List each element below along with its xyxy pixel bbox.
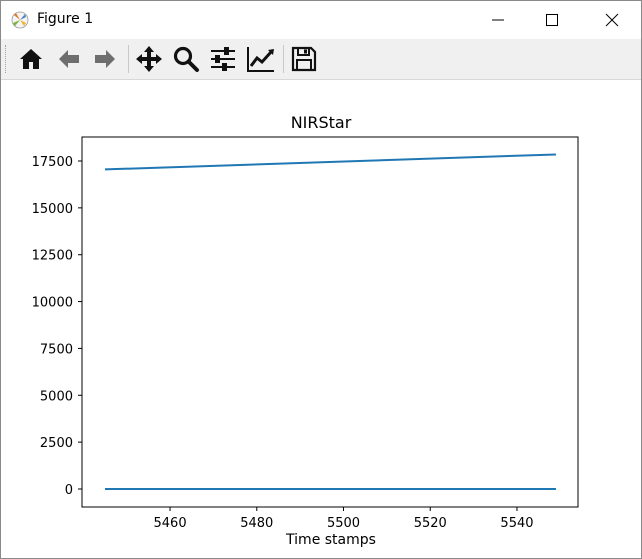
matplotlib-icon	[11, 11, 29, 29]
figure-canvas[interactable]: NIRStar 0 2500 5000 7500 10000 12500 15000 1750…	[1, 80, 641, 558]
x-tick-label: 5500	[327, 516, 360, 531]
save-icon	[291, 46, 317, 72]
y-tick-label: 2500	[40, 436, 73, 451]
y-tick-label: 0	[65, 483, 73, 498]
edit-axis-button[interactable]	[243, 43, 277, 75]
back-button[interactable]	[52, 43, 86, 75]
line-chart: 0 2500 5000 7500 10000 12500 15000 17500 5460 548…	[32, 136, 579, 531]
edit-axis-icon	[247, 47, 274, 72]
save-button[interactable]	[287, 43, 321, 75]
close-icon	[605, 13, 619, 27]
y-tick-label: 12500	[32, 249, 73, 264]
maximize-icon	[546, 14, 558, 26]
home-icon	[20, 49, 42, 69]
zoom-icon	[173, 46, 199, 72]
toolbar-separator	[283, 45, 284, 73]
x-tick-label: 5540	[500, 516, 533, 531]
home-button[interactable]	[14, 43, 48, 75]
forward-arrow-icon	[95, 50, 115, 68]
y-tick-label: 10000	[32, 296, 73, 311]
title-bar: Figure 1	[1, 1, 641, 39]
figure-window: Figure 1 NIRStar 0 2500 5000 7500 10000 …	[0, 0, 642, 559]
x-tick-label: 5480	[240, 516, 273, 531]
minimize-icon	[492, 19, 504, 21]
y-tick-label: 5000	[40, 389, 73, 404]
close-button[interactable]	[589, 1, 635, 39]
window-title: Figure 1	[37, 11, 94, 27]
x-tick-label: 5460	[154, 516, 187, 531]
y-tick-label: 15000	[32, 202, 73, 217]
x-axis-label: Time stamps	[286, 532, 376, 548]
pan-icon	[136, 46, 162, 72]
y-tick-label: 7500	[40, 342, 73, 357]
minimize-button[interactable]	[475, 1, 521, 39]
zoom-button[interactable]	[169, 43, 203, 75]
x-tick-label: 5520	[414, 516, 447, 531]
maximize-button[interactable]	[529, 1, 575, 39]
pan-button[interactable]	[132, 43, 166, 75]
navigation-toolbar	[1, 39, 641, 80]
toolbar-separator	[128, 45, 129, 73]
configure-subplots-icon	[211, 47, 235, 71]
y-tick-label: 17500	[32, 155, 73, 170]
forward-button[interactable]	[88, 43, 122, 75]
configure-subplots-button[interactable]	[206, 43, 240, 75]
toolbar-grip	[5, 45, 8, 73]
axes-frame	[81, 136, 579, 508]
back-arrow-icon	[59, 50, 79, 68]
